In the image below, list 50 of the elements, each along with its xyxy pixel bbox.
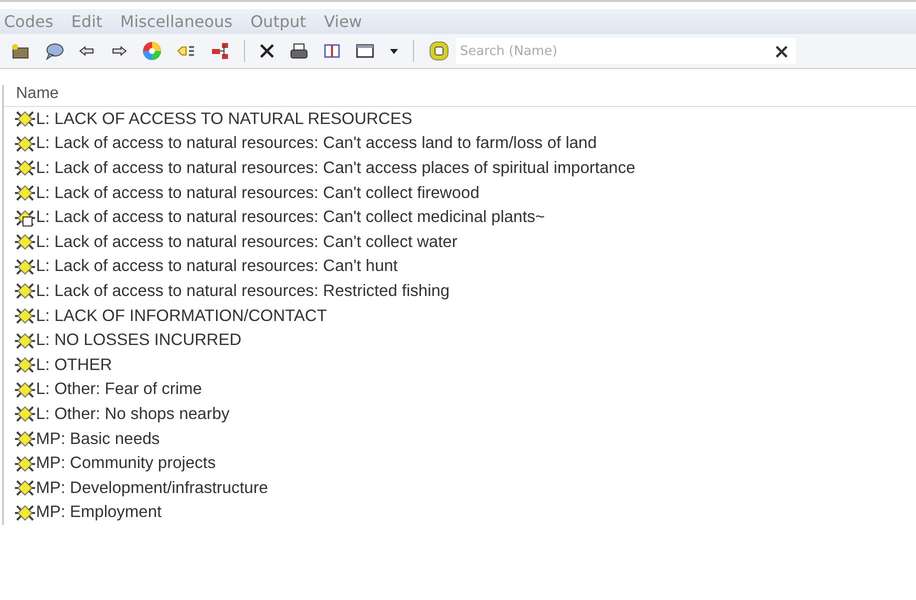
clear-button[interactable]: × (767, 39, 796, 63)
window-icon[interactable] (355, 43, 375, 59)
code-memo-icon (14, 208, 36, 227)
code-icon (14, 110, 36, 128)
code-name[interactable]: L: Lack of access to natural resources: Can't hunt (36, 257, 398, 276)
code-name[interactable]: L: Other: Fear of crime (36, 380, 202, 400)
code-icon (14, 184, 36, 202)
close-icon[interactable] (259, 43, 275, 59)
code-name[interactable]: L: OTHER (36, 356, 112, 375)
code-name[interactable]: MP: Employment (36, 503, 162, 522)
code-name[interactable]: L: Lack of access to natural resources: Restricted fishing (36, 282, 450, 301)
code-name[interactable]: MP: Community projects (36, 454, 216, 474)
color-wheel-icon[interactable] (142, 41, 162, 61)
code-icon (14, 430, 36, 448)
code-name[interactable]: L: Lack of access to natural resources: Can't access places of spiritual importance (36, 158, 636, 178)
code-icon (14, 356, 36, 374)
right-arrow-icon[interactable] (110, 45, 128, 57)
columns-icon[interactable] (323, 43, 341, 59)
code-name[interactable]: L: Lack of access to natural resources: Can't collect water (36, 232, 458, 252)
code-icon (14, 380, 36, 399)
code-name[interactable]: L: LACK OF INFORMATION/CONTACT (36, 306, 327, 326)
code-name[interactable]: L: Other: No shops nearby (36, 404, 230, 424)
ring-icon[interactable] (428, 40, 450, 62)
code-icon (14, 134, 36, 153)
code-icon (14, 405, 36, 424)
code-name[interactable]: MP: Basic needs (36, 430, 160, 449)
code-icon (14, 454, 36, 473)
dropdown-caret-icon[interactable] (389, 47, 399, 55)
printer-icon[interactable] (289, 42, 309, 60)
code-icon (14, 332, 36, 350)
tag-icon[interactable] (176, 43, 196, 59)
code-name[interactable]: L: Lack of access to natural resources: Can't access land to farm/loss of land (36, 134, 597, 154)
search-field[interactable]: Search (Name) × (456, 38, 796, 64)
code-icon (14, 282, 36, 300)
code-icon (14, 258, 36, 276)
code-icon (14, 307, 36, 326)
code-name[interactable]: MP: Development/infrastructure (36, 478, 268, 498)
code-name[interactable]: L: Lack of access to natural resources: Can't collect medicinal plants~ (36, 208, 545, 228)
code-icon (14, 233, 36, 252)
new-folder-icon[interactable] (10, 42, 30, 60)
left-arrow-icon[interactable] (78, 45, 96, 57)
speech-bubble-icon[interactable] (44, 42, 64, 60)
code-icon (14, 479, 36, 498)
code-name[interactable]: L: Lack of access to natural resources: Can't collect firewood (36, 184, 480, 203)
code-icon (14, 504, 36, 522)
code-name[interactable]: L: NO LOSSES INCURRED (36, 331, 242, 350)
tree-icon[interactable] (210, 42, 230, 60)
code-icon (14, 159, 36, 178)
column-header[interactable]: Name (4, 85, 916, 107)
code-name[interactable]: L: LACK OF ACCESS TO NATURAL RESOURCES (36, 110, 412, 129)
